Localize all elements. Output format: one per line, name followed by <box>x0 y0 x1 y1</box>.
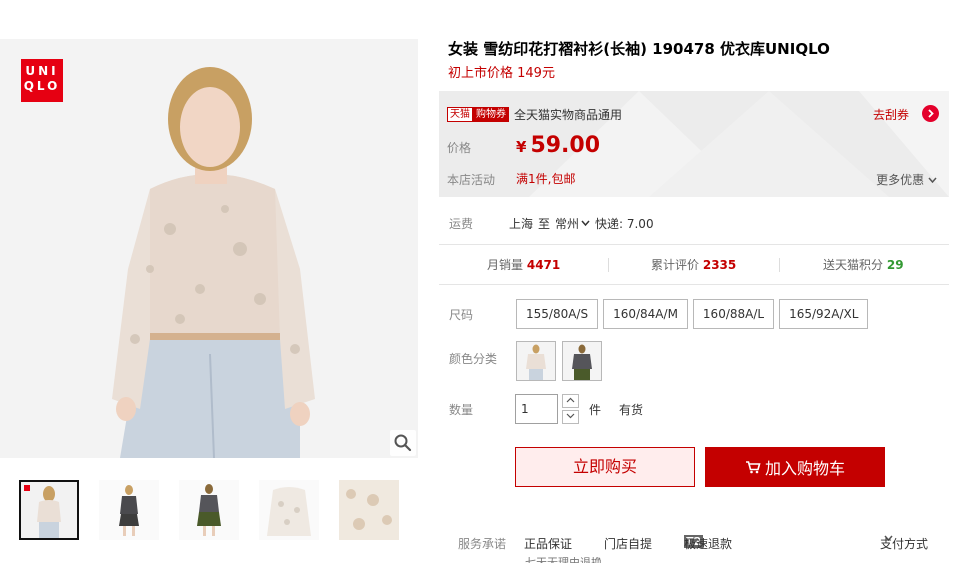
size-options: 155/80A/S 160/84A/M 160/88A/L 165/92A/XL <box>516 299 869 329</box>
divider <box>439 244 949 245</box>
quantity-decrease-button[interactable] <box>562 410 579 424</box>
logo-line-2: QLO <box>23 79 61 93</box>
launch-price: 初上市价格 149元 <box>448 66 555 81</box>
chevron-down-icon <box>581 220 590 227</box>
divider <box>608 258 609 272</box>
sales-stats: 月销量 4471 累计评价 2335 送天猫积分 29 <box>439 256 949 274</box>
price: ¥ 59.00 <box>516 133 600 158</box>
points-value: 29 <box>886 258 904 272</box>
buy-now-button[interactable]: 立即购买 <box>515 447 695 487</box>
scratch-coupon-link[interactable]: 去刮券 <box>873 106 909 123</box>
service-genuine[interactable]: 正品保证 <box>524 535 572 552</box>
express-fee: 快递: 7.00 <box>595 217 654 231</box>
reviews-label: 累计评价 <box>651 258 700 272</box>
store-activity-label: 本店活动 <box>447 173 496 187</box>
chevron-up-icon <box>566 397 575 403</box>
more-offers-label: 更多优惠 <box>876 173 925 187</box>
monthly-sales-value: 4471 <box>526 258 561 272</box>
color-label: 颜色分类 <box>449 352 498 366</box>
coupon-row: 天猫 购物券 全天猫实物商品通用 <box>447 106 622 123</box>
thumbnail-4[interactable] <box>259 480 319 540</box>
stock-status: 有货 <box>619 403 644 417</box>
color-option-light[interactable] <box>516 341 556 381</box>
monthly-sales: 月销量 4471 <box>487 256 560 273</box>
thumbnail-image <box>99 480 159 540</box>
scratch-coupon-button[interactable] <box>922 105 939 122</box>
color-options <box>516 341 602 381</box>
quantity-unit: 件 <box>589 403 602 417</box>
color-swatch-image <box>517 342 555 380</box>
size-option-l[interactable]: 160/88A/L <box>692 299 775 329</box>
service-store-pickup[interactable]: 门店自提 <box>604 535 652 552</box>
more-offers-link[interactable]: 更多优惠 <box>876 171 937 188</box>
thumbnail-2[interactable] <box>99 480 159 540</box>
size-option-s[interactable]: 155/80A/S <box>516 299 599 329</box>
thumbnail-5[interactable] <box>339 480 399 540</box>
payment-label: 支付方式 <box>880 537 929 551</box>
thumbnail-image <box>179 480 239 540</box>
chevron-down-icon <box>928 177 937 184</box>
thumbnail-1[interactable] <box>19 480 79 540</box>
points-label: 送天猫积分 <box>823 258 884 272</box>
product-title: 女装 雪纺印花打褶衬衫(长袖) 190478 优衣库UNIQLO <box>448 40 830 58</box>
thumbnail-image <box>259 480 319 540</box>
cart-icon <box>745 461 761 474</box>
tmall-tag: 天猫 <box>447 107 473 122</box>
quantity-increase-button[interactable] <box>562 394 579 408</box>
color-option-dark[interactable] <box>562 341 602 381</box>
currency-symbol: ¥ <box>516 138 527 156</box>
service-label: 服务承诺 <box>458 537 507 551</box>
promo-panel: 天猫 购物券 全天猫实物商品通用 去刮券 价格 ¥ 59.00 本店活动 满1件… <box>439 91 949 197</box>
price-amount: 59.00 <box>530 133 601 158</box>
destination-value: 常州 <box>555 217 580 231</box>
store-activity: 满1件,包邮 <box>516 172 576 186</box>
ship-from: 上海 <box>509 217 534 231</box>
thumbnail-image <box>339 480 399 540</box>
reviews-value: 2335 <box>702 258 737 272</box>
chevron-right-icon <box>928 109 934 118</box>
cumulative-reviews[interactable]: 累计评价 2335 <box>651 256 736 273</box>
shipping-label: 运费 <box>449 217 474 231</box>
quantity-input[interactable]: 1 <box>515 394 558 424</box>
monthly-sales-label: 月销量 <box>487 258 524 272</box>
thumbnail-3[interactable] <box>179 480 239 540</box>
uniqlo-logo: UNI QLO <box>21 59 63 102</box>
divider <box>779 258 780 272</box>
zoom-button[interactable] <box>390 430 416 456</box>
color-swatch-image <box>563 342 601 380</box>
quantity-label: 数量 <box>449 403 474 417</box>
tmall-points: 送天猫积分 29 <box>823 256 904 273</box>
size-option-xl[interactable]: 165/92A/XL <box>779 299 869 329</box>
search-icon <box>394 434 412 452</box>
service-overflow-text: 七天无理由退换 <box>525 557 602 563</box>
thumbnail-strip <box>19 480 404 542</box>
coupon-text: 全天猫实物商品通用 <box>514 108 623 122</box>
logo-line-1: UNI <box>25 64 59 78</box>
payment-methods-dropdown[interactable]: 支付方式 <box>880 535 928 551</box>
chevron-down-icon <box>566 413 575 419</box>
coupon-tag: 购物券 <box>473 107 509 122</box>
add-to-cart-label: 加入购物车 <box>764 459 845 478</box>
add-to-cart-button[interactable]: 加入购物车 <box>705 447 885 487</box>
size-option-m[interactable]: 160/84A/M <box>603 299 688 329</box>
divider <box>439 284 949 285</box>
fast-refund-label: 极速退款 <box>684 537 733 551</box>
size-label: 尺码 <box>449 308 474 322</box>
price-label: 价格 <box>447 141 472 155</box>
ship-to-word: 至 <box>538 217 551 231</box>
destination-select[interactable]: 常州 <box>555 215 590 232</box>
thumbnail-image <box>21 482 77 538</box>
